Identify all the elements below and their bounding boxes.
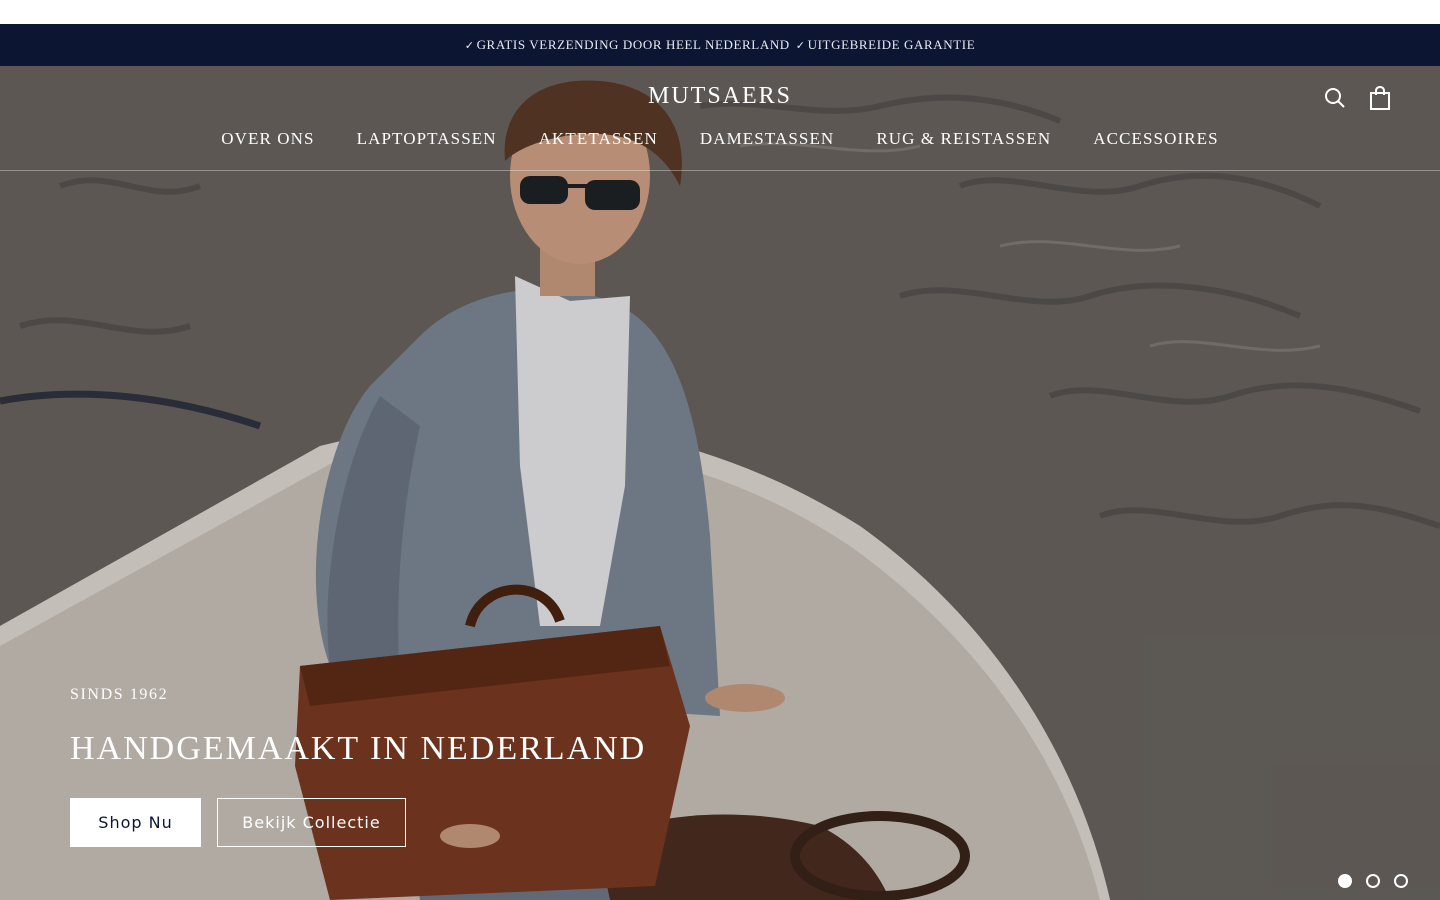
- shop-now-button[interactable]: Shop Nu: [70, 798, 201, 847]
- top-spacer: [0, 0, 1440, 24]
- nav-damestassen[interactable]: DAMESTASSEN: [700, 129, 834, 149]
- slide-dot-2[interactable]: [1366, 874, 1380, 888]
- hero-actions: Shop Nu Bekijk Collectie: [70, 798, 646, 847]
- check-icon: ✓: [795, 38, 806, 52]
- slide-dot-3[interactable]: [1394, 874, 1408, 888]
- nav-aktetassen[interactable]: AKTETASSEN: [539, 129, 658, 149]
- view-collection-button[interactable]: Bekijk Collectie: [217, 798, 406, 847]
- slide-dot-1[interactable]: [1338, 874, 1352, 888]
- announcement-bar: ✓ GRATIS VERZENDING DOOR HEEL NEDERLAND …: [0, 24, 1440, 66]
- site-logo[interactable]: MUTSAERS: [648, 83, 792, 110]
- nav-over-ons[interactable]: OVER ONS: [221, 129, 314, 149]
- nav-accessoires[interactable]: ACCESSOIRES: [1093, 129, 1218, 149]
- nav-laptoptassen[interactable]: LAPTOPTASSEN: [357, 129, 497, 149]
- check-icon: ✓: [464, 38, 475, 52]
- nav-rug-reistassen[interactable]: RUG & REISTASSEN: [876, 129, 1051, 149]
- main-nav: OVER ONS LAPTOPTASSEN AKTETASSEN DAMESTA…: [0, 129, 1440, 149]
- announcement-warranty: UITGEBREIDE GARANTIE: [807, 37, 976, 52]
- slideshow-pagination: [1338, 874, 1408, 888]
- announcement-shipping: GRATIS VERZENDING DOOR HEEL NEDERLAND: [476, 37, 790, 52]
- hero-eyebrow: SINDS 1962: [70, 686, 169, 703]
- site-header: MUTSAERS OVER ONS LAPTOPTASSEN AKTETASSE…: [0, 66, 1440, 171]
- hero-content: SINDS 1962 HANDGEMAAKT IN NEDERLAND Shop…: [70, 686, 646, 847]
- search-icon[interactable]: [1321, 84, 1349, 112]
- cart-icon[interactable]: [1366, 84, 1394, 112]
- hero-headline: HANDGEMAAKT IN NEDERLAND: [70, 730, 647, 767]
